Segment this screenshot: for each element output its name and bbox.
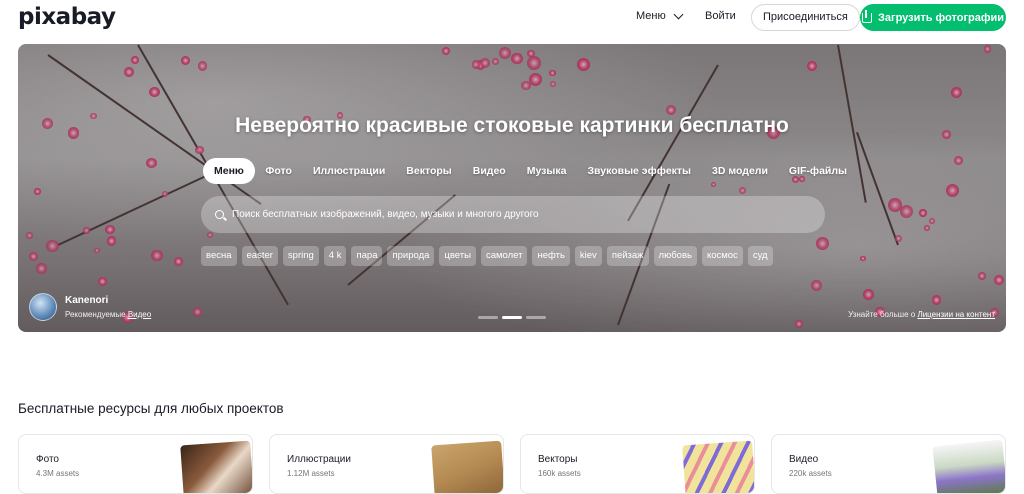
tab-music[interactable]: Музыка (516, 158, 577, 184)
tag-chip[interactable]: суд (747, 246, 773, 266)
tag-chip[interactable]: нефть (532, 246, 570, 266)
avatar[interactable] (29, 293, 57, 321)
license-note: Узнайте больше о Лицензии на контент (848, 310, 995, 319)
card-title: Видео (789, 454, 819, 465)
tag-chip[interactable]: easter (241, 246, 278, 266)
hero-credit: Kanenori Рекомендуемые Видео (29, 293, 151, 321)
vector-thumbnail (682, 440, 754, 493)
photo-thumbnail (180, 440, 252, 493)
login-link[interactable]: Войти (705, 10, 736, 22)
top-bar: pixabay Меню Войти Присоединиться Загруз… (0, 0, 1024, 34)
menu-label: Меню (636, 10, 666, 22)
card-count: 4.3M assets (36, 469, 80, 478)
tag-chip[interactable]: природа (387, 246, 435, 266)
tag-chip[interactable]: kiev (574, 246, 602, 266)
tab-3d-models[interactable]: 3D модели (702, 158, 779, 184)
tab-photo[interactable]: Фото (255, 158, 303, 184)
tag-chip[interactable]: цветы (439, 246, 476, 266)
resource-cards: Фото 4.3M assets Иллюстрации 1.12M asset… (18, 434, 1006, 494)
video-thumbnail (932, 439, 1005, 493)
card-title: Иллюстрации (287, 454, 351, 465)
pixabay-logo[interactable]: pixabay (18, 4, 116, 30)
upload-label: Загрузить фотографии (877, 11, 1005, 24)
upload-icon (861, 9, 872, 23)
chevron-down-icon (673, 9, 684, 19)
card-illustrations[interactable]: Иллюстрации 1.12M assets (269, 434, 504, 494)
join-button[interactable]: Присоединиться (751, 4, 860, 31)
author-name[interactable]: Kanenori (65, 295, 151, 306)
tag-chip[interactable]: любовь (653, 246, 697, 266)
search-input[interactable]: Поиск бесплатных изображений, видео, муз… (232, 209, 539, 220)
tag-chip[interactable]: весна (201, 246, 237, 266)
tab-gif[interactable]: GIF-файлы (778, 158, 857, 184)
carousel-dot[interactable] (526, 316, 546, 319)
search-icon (215, 210, 224, 219)
tab-menu[interactable]: Меню (203, 158, 255, 184)
card-vectors[interactable]: Векторы 160k assets (520, 434, 755, 494)
tag-chip[interactable]: 4 k (323, 246, 347, 266)
card-count: 220k assets (789, 469, 832, 478)
card-title: Векторы (538, 454, 578, 465)
tab-illustrations[interactable]: Иллюстрации (302, 158, 395, 184)
media-type-tabs: Меню Фото Иллюстрации Векторы Видео Музы… (203, 158, 858, 184)
menu-dropdown[interactable]: Меню (636, 9, 684, 22)
card-title: Фото (36, 454, 59, 465)
tag-chip[interactable]: самолет (480, 246, 528, 266)
card-video[interactable]: Видео 220k assets (771, 434, 1006, 494)
carousel-dot-active[interactable] (502, 316, 522, 319)
section-title: Бесплатные ресурсы для любых проектов (18, 401, 284, 416)
tag-chip[interactable]: spring (282, 246, 319, 266)
tab-sound-effects[interactable]: Звуковые эффекты (577, 158, 702, 184)
tag-chip[interactable]: пейзаж (606, 246, 649, 266)
upload-button[interactable]: Загрузить фотографии (860, 4, 1006, 31)
license-prefix: Узнайте больше о (848, 310, 916, 319)
carousel-dots (478, 316, 546, 319)
featured-label: Рекомендуемые Видео (65, 310, 151, 319)
card-count: 160k assets (538, 469, 581, 478)
tag-chip[interactable]: космос (701, 246, 743, 266)
suggested-tags: весна easter spring 4 k пара природа цве… (201, 246, 773, 266)
search-bar[interactable]: Поиск бесплатных изображений, видео, муз… (201, 196, 825, 233)
tab-video[interactable]: Видео (462, 158, 516, 184)
hero-banner: Невероятно красивые стоковые картинки бе… (18, 44, 1006, 332)
hero-overlay (18, 44, 1006, 332)
hero-title: Невероятно красивые стоковые картинки бе… (235, 114, 789, 137)
tab-vectors[interactable]: Векторы (396, 158, 462, 184)
featured-prefix: Рекомендуемые (65, 310, 126, 319)
featured-link[interactable]: Видео (128, 310, 151, 319)
carousel-dot[interactable] (478, 316, 498, 319)
illustration-thumbnail (431, 440, 503, 493)
card-count: 1.12M assets (287, 469, 335, 478)
tag-chip[interactable]: пара (351, 246, 383, 266)
license-link[interactable]: Лицензии на контент (917, 310, 995, 319)
card-photo[interactable]: Фото 4.3M assets (18, 434, 253, 494)
